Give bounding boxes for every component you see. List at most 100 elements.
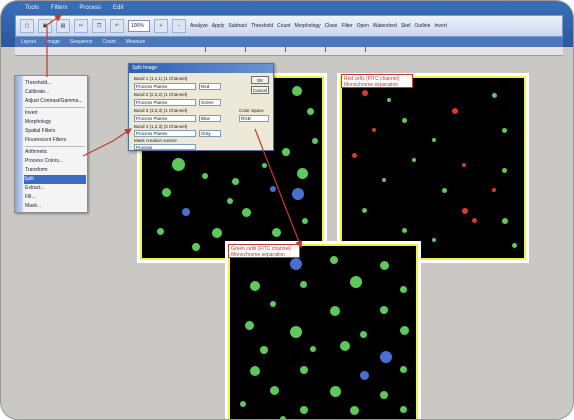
image-canvas-red[interactable] — [340, 76, 526, 260]
band-1-option[interactable]: Red — [199, 83, 221, 90]
cell-dot — [245, 321, 254, 330]
zoom-out-icon[interactable]: − — [172, 19, 186, 33]
menu-item-process-colors[interactable]: Process Colors... — [25, 157, 63, 166]
menu-item-split[interactable]: Split — [24, 175, 86, 184]
menu-item-invert[interactable]: Invert — [25, 109, 38, 118]
cell-dot — [330, 386, 341, 397]
tool-morphology[interactable]: Morphology — [295, 23, 321, 29]
tool-invert[interactable]: Invert — [434, 23, 447, 29]
cell-dot — [330, 256, 338, 264]
cell-dot — [360, 331, 367, 338]
screenshot-frame: Tools Filters Process Edit ▢ ▣ ▤ ✂ ❐ ↶ 1… — [0, 0, 574, 420]
cell-dot — [380, 306, 388, 314]
cell-dot — [310, 346, 316, 352]
color-space-label: Color Space — [239, 108, 264, 113]
tool-analyze[interactable]: Analyze — [190, 23, 208, 29]
menu-item-calibrate[interactable]: Calibrate... — [25, 88, 49, 97]
cell-dot — [330, 306, 340, 316]
image-window-green — [225, 241, 421, 419]
secondary-toolbar: Layout Image Sequence Count Measure — [15, 37, 563, 47]
menu-item-morphology[interactable]: Morphology — [25, 118, 51, 127]
cell-dot — [270, 301, 276, 307]
menu-item-transform[interactable]: Transform — [25, 166, 48, 175]
cell-dot — [400, 406, 407, 413]
band-4-field[interactable]: Process Planes — [134, 130, 196, 137]
subtab-image[interactable]: Image — [46, 39, 60, 45]
menu-item-extract[interactable]: Extract... — [25, 184, 45, 193]
cell-dot — [242, 208, 251, 217]
tool-threshold[interactable]: Threshold — [251, 23, 273, 29]
cell-dot — [400, 326, 409, 335]
menu-item-fluorescent-filters[interactable]: Flourescent Filters — [25, 136, 66, 145]
cell-dot — [462, 163, 466, 167]
band-2-option[interactable]: Green — [199, 99, 221, 106]
ok-button[interactable]: OK — [251, 76, 269, 84]
menu-item-mask[interactable]: Mask... — [25, 202, 41, 211]
band-1-field[interactable]: Process Planes — [134, 83, 196, 90]
output-select[interactable]: Process — [134, 144, 196, 150]
cell-dot — [290, 258, 302, 270]
arrow-split-to-dialog — [82, 128, 132, 157]
tool-subtract[interactable]: Subtract — [228, 23, 247, 29]
cell-dot — [360, 371, 369, 380]
band-3-field[interactable]: Process Planes — [134, 115, 196, 122]
color-space-select[interactable]: RGB — [239, 115, 269, 122]
band-3-label: Band 3 (3,3,3) (1 Channel) — [134, 108, 188, 113]
tool-count[interactable]: Count — [277, 23, 290, 29]
process-context-menu: Threshold... Calibrate... Adjust Contras… — [14, 75, 88, 213]
cell-dot — [362, 90, 368, 96]
cell-dot — [282, 148, 290, 156]
cell-dot — [472, 218, 477, 223]
tool-apply[interactable]: Apply — [212, 23, 225, 29]
menu-item-fill[interactable]: Fill... — [25, 193, 36, 202]
band-3-option[interactable]: Blue — [199, 115, 221, 122]
cut-icon[interactable]: ✂ — [74, 19, 88, 33]
tool-watershed[interactable]: Watershed — [373, 23, 397, 29]
subtab-layout[interactable]: Layout — [21, 39, 36, 45]
print-icon[interactable]: ▤ — [56, 19, 70, 33]
cell-dot — [280, 416, 286, 419]
cell-dot — [380, 391, 388, 399]
callout-red-channel: Red cells (FITC channel) Monochrome sepa… — [341, 74, 413, 88]
image-canvas-green[interactable] — [228, 244, 418, 419]
cell-dot — [270, 386, 279, 395]
menu-separator — [25, 107, 85, 108]
menu-item-arithmetic[interactable]: Arithmetic — [25, 148, 47, 157]
cell-dot — [512, 243, 517, 248]
zoom-select[interactable]: 100% — [128, 20, 150, 32]
open-icon[interactable]: ▢ — [20, 19, 34, 33]
cell-dot — [432, 238, 436, 242]
tool-skel[interactable]: Skel — [401, 23, 411, 29]
cell-dot — [382, 178, 386, 182]
menu-item-adjust-contrast[interactable]: Adjust Contrast/Gamma... — [25, 97, 83, 106]
subtab-sequence[interactable]: Sequence — [70, 39, 93, 45]
copy-icon[interactable]: ❐ — [92, 19, 106, 33]
save-icon[interactable]: ▣ — [38, 19, 52, 33]
cell-dot — [402, 228, 407, 233]
cell-dot — [312, 138, 318, 144]
tool-outline[interactable]: Outline — [415, 23, 431, 29]
cancel-button[interactable]: Cancel — [251, 86, 269, 94]
tool-open[interactable]: Open — [357, 23, 369, 29]
zoom-in-icon[interactable]: + — [154, 19, 168, 33]
cell-dot — [292, 188, 304, 200]
cell-dot — [192, 243, 200, 251]
menu-item-spatial-filters[interactable]: Spatial Filters — [25, 127, 55, 136]
callout-green-channel: Green cells (FITC channel) Monochrome se… — [228, 244, 300, 258]
cell-dot — [292, 86, 302, 96]
undo-icon[interactable]: ↶ — [110, 19, 124, 33]
tool-close[interactable]: Close — [325, 23, 338, 29]
cell-dot — [492, 188, 496, 192]
cell-dot — [380, 351, 392, 363]
cell-dot — [387, 98, 391, 102]
cell-dot — [432, 138, 436, 142]
subtab-count[interactable]: Count — [102, 39, 115, 45]
menu-item-threshold[interactable]: Threshold... — [25, 79, 51, 88]
cell-dot — [270, 186, 276, 192]
band-4-option[interactable]: Gray — [199, 130, 221, 137]
cell-dot — [297, 168, 308, 179]
cell-dot — [352, 153, 357, 158]
band-2-field[interactable]: Process Planes — [134, 99, 196, 106]
tool-filter[interactable]: Filter — [341, 23, 352, 29]
subtab-measure[interactable]: Measure — [126, 39, 145, 45]
